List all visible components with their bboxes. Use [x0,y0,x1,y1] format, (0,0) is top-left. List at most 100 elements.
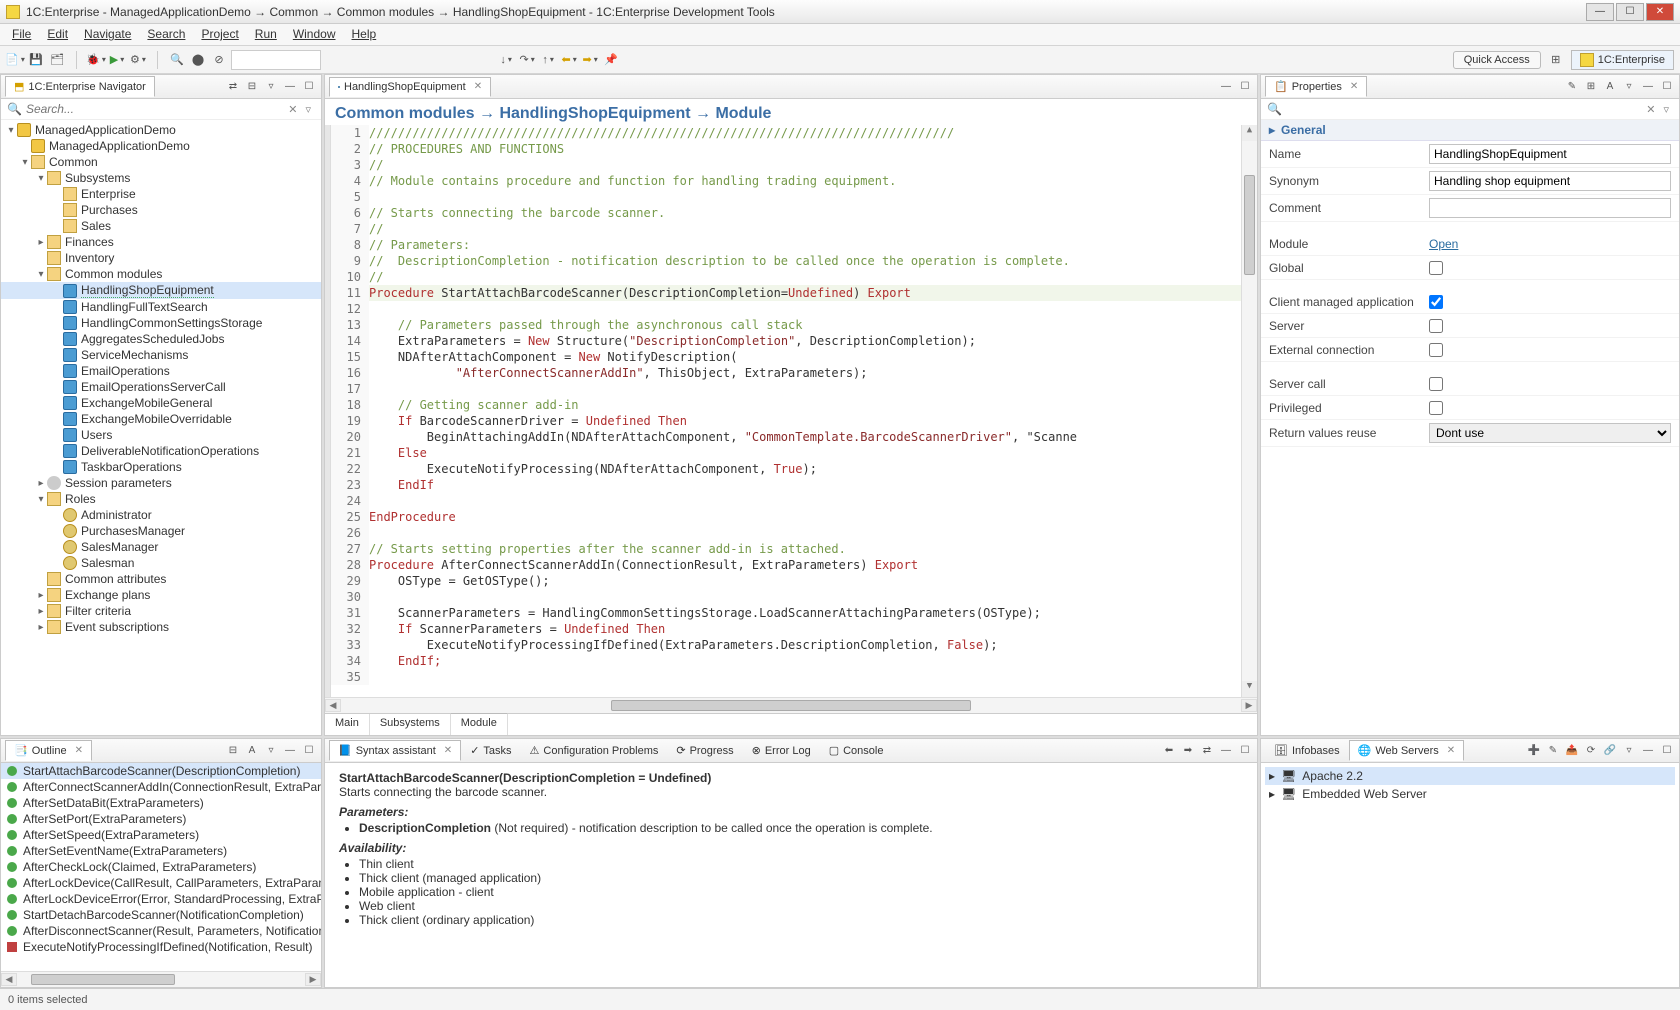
editor-maximize-button[interactable]: ☐ [1237,79,1253,95]
tasks-tab[interactable]: ✓Tasks [461,740,520,761]
back-button[interactable]: ⬅ [560,51,578,69]
tab-main[interactable]: Main [325,714,370,735]
tree-item[interactable]: SalesManager [1,539,321,555]
tree-item[interactable]: ▸Filter criteria [1,603,321,619]
webserver-item[interactable]: ▸🖥Embedded Web Server [1265,785,1675,803]
syntax-back-button[interactable]: ⬅ [1161,743,1177,759]
tree-item[interactable]: Common attributes [1,571,321,587]
ib-link-button[interactable]: 🔗 [1602,743,1618,759]
menu-search[interactable]: Search [139,24,193,45]
prop-global-checkbox[interactable] [1429,261,1443,275]
outline-item[interactable]: AfterSetDataBit(ExtraParameters) [1,795,321,811]
tree-item[interactable]: ▸Session parameters [1,475,321,491]
tree-item[interactable]: ServiceMechanisms [1,347,321,363]
webservers-list[interactable]: ▸🖥Apache 2.2▸🖥Embedded Web Server [1261,763,1679,987]
syntax-max-button[interactable]: ☐ [1237,743,1253,759]
tree-item[interactable]: Enterprise [1,186,321,202]
prop-module-open[interactable]: Open [1429,237,1458,251]
external-tools-button[interactable]: ⚙ [129,51,147,69]
ib-refresh-button[interactable]: ⟳ [1583,743,1599,759]
open-perspective-button[interactable]: ⊞ [1547,51,1565,69]
tree-item[interactable]: ▸Finances [1,234,321,250]
outline-item[interactable]: AfterLockDeviceError(Error, StandardProc… [1,891,321,907]
outline-max-button[interactable]: ☐ [301,743,317,759]
outline-item[interactable]: AfterSetSpeed(ExtraParameters) [1,827,321,843]
tree-item[interactable]: EmailOperations [1,363,321,379]
properties-tab[interactable]: 📋Properties ✕ [1265,76,1367,97]
tree-item[interactable]: HandlingFullTextSearch [1,299,321,315]
close-properties-icon[interactable]: ✕ [1350,81,1358,92]
skip-bp-button[interactable]: ⊘ [210,51,228,69]
navigate-field[interactable] [231,50,321,70]
scroll-thumb[interactable] [1244,175,1255,275]
pin-button[interactable]: 📌 [602,51,620,69]
close-outline-icon[interactable]: ✕ [75,745,83,756]
link-editor-button[interactable]: ⇄ [225,79,241,95]
properties-filter[interactable] [1286,102,1642,116]
code-editor[interactable]: 1///////////////////////////////////////… [325,125,1257,697]
prop-priv-checkbox[interactable] [1429,401,1443,415]
errorlog-tab[interactable]: ⊗Error Log [743,740,820,761]
tab-module[interactable]: Module [451,713,508,735]
tree-item[interactable]: ManagedApplicationDemo [1,138,321,154]
outline-item[interactable]: AfterDisconnectScanner(Result, Parameter… [1,923,321,939]
tree-item[interactable]: AggregatesScheduledJobs [1,331,321,347]
close-tab-icon[interactable]: ✕ [474,81,482,92]
tree-item[interactable]: PurchasesManager [1,523,321,539]
outline-hide-button[interactable]: ⊟ [225,743,241,759]
step-over-button[interactable]: ↷ [518,51,536,69]
syntax-link-button[interactable]: ⇄ [1199,743,1215,759]
syntax-fwd-button[interactable]: ➡ [1180,743,1196,759]
step-out-button[interactable]: ↑ [539,51,557,69]
collapse-all-button[interactable]: ⊟ [244,79,260,95]
tree-item[interactable]: HandlingCommonSettingsStorage [1,315,321,331]
prop-new-button[interactable]: ✎ [1564,79,1580,95]
tree-item[interactable]: ▾Common modules [1,266,321,282]
prop-servercall-checkbox[interactable] [1429,377,1443,391]
menu-window[interactable]: Window [285,24,344,45]
run-button[interactable]: ▶ [108,51,126,69]
tree-item[interactable]: HandlingShopEquipment [1,282,321,299]
step-into-button[interactable]: ↓ [497,51,515,69]
editor-tab[interactable]: HandlingShopEquipment ✕ [329,77,491,97]
prop-filter-menu[interactable]: ▿ [1659,103,1673,116]
prop-section-general[interactable]: ▸General [1261,120,1679,141]
menu-edit[interactable]: Edit [39,24,76,45]
ib-add-button[interactable]: ➕ [1526,743,1542,759]
tree-item[interactable]: ▸Event subscriptions [1,619,321,635]
outline-item[interactable]: StartDetachBarcodeScanner(NotificationCo… [1,907,321,923]
editor-minimize-button[interactable]: — [1218,79,1234,95]
infobases-tab[interactable]: 🗄Infobases [1265,740,1349,761]
toggle-bp-button[interactable]: ⬤ [189,51,207,69]
navigator-search[interactable] [26,102,284,116]
vertical-scrollbar[interactable]: ▲ ▼ [1241,125,1257,697]
prop-synonym-field[interactable] [1429,171,1671,191]
syntax-min-button[interactable]: — [1218,743,1234,759]
prop-clear-button[interactable]: ✕ [1642,103,1659,116]
tree-item[interactable]: Salesman [1,555,321,571]
prop-name-field[interactable] [1429,144,1671,164]
menu-navigate[interactable]: Navigate [76,24,139,45]
tree-item[interactable]: Inventory [1,250,321,266]
prop-ext-checkbox[interactable] [1429,343,1443,357]
ib-edit-button[interactable]: ✎ [1545,743,1561,759]
prop-comment-field[interactable] [1429,198,1671,218]
outline-item[interactable]: AfterSetEventName(ExtraParameters) [1,843,321,859]
tree-item[interactable]: Purchases [1,202,321,218]
save-button[interactable]: 💾 [27,51,45,69]
ib-max-button[interactable]: ☐ [1659,743,1675,759]
outline-menu-button[interactable]: ▿ [263,743,279,759]
tree-item[interactable]: Users [1,427,321,443]
outline-item[interactable]: AfterCheckLock(Claimed, ExtraParameters) [1,859,321,875]
save-all-button[interactable]: 🗂 [48,51,66,69]
config-problems-tab[interactable]: ⚠Configuration Problems [521,740,668,761]
close-button[interactable]: ✕ [1646,3,1674,21]
tree-item[interactable]: ▾Roles [1,491,321,507]
prop-min-button[interactable]: — [1640,79,1656,95]
tree-item[interactable]: Sales [1,218,321,234]
outline-list[interactable]: StartAttachBarcodeScanner(DescriptionCom… [1,763,321,971]
ib-min-button[interactable]: — [1640,743,1656,759]
search-button[interactable]: 🔍 [168,51,186,69]
ib-publish-button[interactable]: 📤 [1564,743,1580,759]
navigator-tree[interactable]: ▾ManagedApplicationDemoManagedApplicatio… [1,120,321,735]
